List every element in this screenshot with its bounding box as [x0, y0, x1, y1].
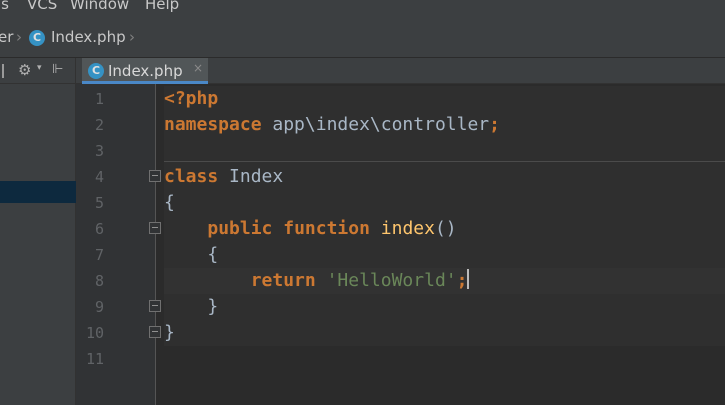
code-line[interactable]: [164, 346, 725, 372]
code-token: function: [283, 218, 370, 239]
code-token: ;: [489, 114, 500, 135]
gear-icon[interactable]: ⚙: [18, 61, 31, 79]
breadcrumb-item-file[interactable]: Index.php: [51, 28, 126, 46]
menu-item-vcs[interactable]: VCS: [27, 0, 57, 13]
code-line[interactable]: namespace app\index\controller;: [164, 112, 725, 138]
code-line[interactable]: }: [164, 294, 725, 320]
code-token: class: [164, 166, 219, 187]
tab-label: Index.php: [108, 62, 183, 80]
project-toolbar: ⚙ ▾ ⊩: [0, 58, 76, 84]
line-number: 1: [94, 90, 104, 108]
code-token: return: [250, 270, 316, 291]
editor-tab-strip: C Index.php ×: [76, 58, 725, 84]
line-numbers: 1 2 3 4 5 6 7 8 9 10 11: [76, 86, 104, 372]
code-line[interactable]: public function index(): [164, 216, 725, 242]
fold-marker-icon[interactable]: [149, 222, 161, 234]
menu-item-help[interactable]: Help: [145, 0, 179, 13]
code-token: ;: [456, 270, 468, 291]
line-number: 10: [85, 324, 104, 342]
line-number: 11: [85, 350, 104, 368]
editor-gutter: 1 2 3 4 5 6 7 8 9 10 11: [76, 84, 156, 405]
panel-edge-icon: [2, 64, 4, 78]
breadcrumb-separator-icon: ›: [16, 28, 22, 46]
line-number: 7: [94, 246, 104, 264]
code-token: (): [434, 218, 457, 239]
line-number: 2: [94, 116, 104, 134]
code-token: }: [164, 322, 175, 343]
project-tree-selected-row[interactable]: [0, 181, 76, 203]
fold-marker-icon[interactable]: [149, 326, 161, 338]
code-line[interactable]: }: [164, 320, 725, 346]
code-editor[interactable]: 1 2 3 4 5 6 7 8 9 10 11 <?php namespace app\index\c…: [76, 84, 725, 405]
code-token: {: [164, 192, 175, 213]
line-number: 8: [94, 272, 104, 290]
line-number: 6: [94, 220, 104, 238]
code-token: namespace: [164, 114, 262, 135]
menu-item-window[interactable]: Window: [70, 0, 129, 13]
code-line[interactable]: {: [164, 190, 725, 216]
line-number: 9: [94, 298, 104, 316]
code-token: }: [164, 296, 219, 317]
line-number: 5: [94, 194, 104, 212]
code-line[interactable]: [164, 138, 725, 164]
breadcrumb-item-parent[interactable]: er: [0, 28, 13, 46]
breadcrumb-separator-icon: ›: [129, 28, 135, 46]
menu-bar: ls VCS Window Help: [0, 0, 725, 14]
code-token: {: [164, 244, 219, 265]
fold-marker-icon[interactable]: [149, 300, 161, 312]
breadcrumb: er › C Index.php ›: [0, 14, 725, 58]
chevron-down-icon[interactable]: ▾: [37, 63, 42, 73]
php-class-icon: C: [29, 30, 45, 46]
code-line[interactable]: class Index: [164, 164, 725, 190]
hide-panel-icon[interactable]: ⊩: [52, 62, 63, 77]
code-line[interactable]: {: [164, 242, 725, 268]
code-token: app\index\controller: [261, 114, 490, 135]
code-token: index: [380, 218, 435, 239]
fold-marker-icon[interactable]: [149, 170, 161, 182]
code-text[interactable]: <?php namespace app\index\controller; clas…: [164, 86, 725, 372]
php-class-icon: C: [88, 63, 104, 79]
line-number: 4: [94, 168, 104, 186]
code-line[interactable]: return 'HelloWorld';: [164, 268, 725, 294]
text-caret: [467, 269, 470, 289]
menu-item-tools[interactable]: ls: [0, 0, 9, 13]
project-panel: ⚙ ▾ ⊩: [0, 58, 76, 405]
line-number: 3: [94, 142, 104, 160]
tab-index-php[interactable]: C Index.php ×: [82, 58, 208, 84]
close-icon[interactable]: ×: [193, 61, 203, 75]
code-line[interactable]: <?php: [164, 86, 725, 112]
code-token: public: [207, 218, 273, 239]
code-token: 'HelloWorld': [326, 270, 457, 291]
code-token: Index: [218, 166, 284, 187]
code-token: <?php: [164, 88, 219, 109]
